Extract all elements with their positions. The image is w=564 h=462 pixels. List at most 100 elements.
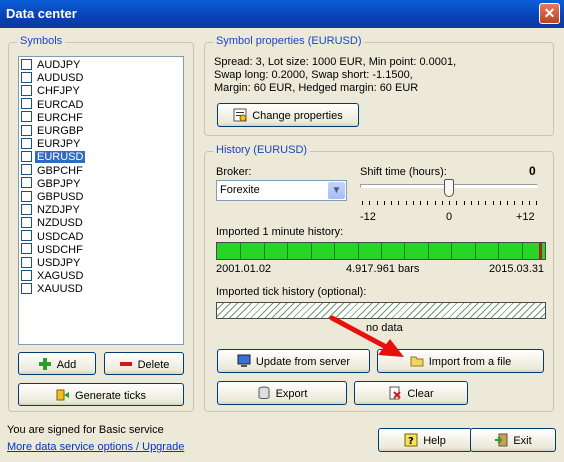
symbol-checkbox[interactable] xyxy=(21,190,32,202)
symbol-list-item[interactable]: XAGUSD xyxy=(21,269,85,283)
history-bar-end-marker xyxy=(539,243,542,259)
symbol-checkbox[interactable] xyxy=(21,243,32,255)
symbol-list-item[interactable]: USDJPY xyxy=(21,256,82,270)
symbol-checkbox[interactable] xyxy=(21,124,32,136)
generate-ticks-button[interactable]: Generate ticks xyxy=(18,383,184,406)
export-button[interactable]: Export xyxy=(217,381,347,405)
slider-tick xyxy=(478,201,479,205)
history-bars-count: 4.917.961 bars xyxy=(346,263,420,275)
symbol-list[interactable]: AUDJPY AUDUSD CHFJPY EURCAD EURCHF EURGBP EURJ… xyxy=(18,56,184,345)
history-bar-segment xyxy=(240,243,242,259)
symbol-checkbox[interactable] xyxy=(21,98,32,110)
symbol-list-item[interactable]: AUDUSD xyxy=(21,71,85,85)
history-bar-segment xyxy=(310,243,312,259)
properties-icon xyxy=(233,108,247,122)
window-title: Data center xyxy=(6,6,77,21)
symbol-label: EURCHF xyxy=(37,111,83,124)
upgrade-link[interactable]: More data service options / Upgrade xyxy=(7,441,184,453)
generate-label: Generate ticks xyxy=(75,389,146,402)
symbol-list-item[interactable]: NZDUSD xyxy=(21,216,85,230)
history-bar-segment xyxy=(381,243,382,259)
symbol-checkbox[interactable] xyxy=(21,203,32,215)
symbol-checkbox[interactable] xyxy=(21,282,32,294)
clear-label: Clear xyxy=(407,387,434,400)
slider-tick xyxy=(412,201,414,205)
symbol-checkbox[interactable] xyxy=(21,177,32,189)
chevron-down-icon[interactable]: ▼ xyxy=(328,182,345,199)
shift-slider-thumb[interactable] xyxy=(444,179,454,197)
symbol-checkbox[interactable] xyxy=(21,150,32,162)
plus-icon xyxy=(38,357,52,371)
symbol-checkbox[interactable] xyxy=(21,269,32,281)
symbol-label: GBPCHF xyxy=(37,164,83,177)
symbol-list-item[interactable]: GBPJPY xyxy=(21,177,82,191)
symbol-list-item[interactable]: NZDJPY xyxy=(21,203,82,217)
history-start-date: 2001.01.02 xyxy=(216,263,272,275)
symbol-checkbox[interactable] xyxy=(21,58,32,70)
symbol-list-item[interactable]: EURUSD xyxy=(21,150,87,165)
exit-button[interactable]: Exit xyxy=(470,428,556,452)
symbol-list-item[interactable]: EURCHF xyxy=(21,111,85,125)
broker-select[interactable]: Forexite ▼ xyxy=(216,180,347,201)
symbol-checkbox[interactable] xyxy=(21,71,32,83)
slider-tick xyxy=(427,201,429,205)
history-bar-segment xyxy=(451,243,453,259)
shift-min-label: -12 xyxy=(360,211,376,223)
slider-tick xyxy=(514,201,516,205)
help-label: Help xyxy=(423,434,446,447)
generate-icon xyxy=(56,388,70,402)
symbol-checkbox[interactable] xyxy=(21,164,32,176)
symbol-list-item[interactable]: EURJPY xyxy=(21,137,82,151)
help-button[interactable]: ? Help xyxy=(378,428,472,452)
history-bar-segment xyxy=(334,243,336,259)
close-button[interactable]: ✕ xyxy=(539,3,560,24)
slider-tick xyxy=(434,201,436,205)
symbol-list-item[interactable]: AUDJPY xyxy=(21,58,82,72)
symbol-checkbox[interactable] xyxy=(21,84,32,96)
slider-tick xyxy=(376,201,378,205)
history-bar-segment xyxy=(263,243,265,259)
computer-icon xyxy=(237,354,251,368)
symbol-list-item[interactable]: GBPCHF xyxy=(21,164,85,178)
slider-tick xyxy=(528,201,530,205)
history-bar-segment xyxy=(357,243,359,259)
history-legend: History (EURUSD) xyxy=(213,144,311,156)
symbol-label: USDJPY xyxy=(37,257,81,269)
symbol-checkbox[interactable] xyxy=(21,216,32,228)
delete-button[interactable]: Delete xyxy=(104,352,184,375)
symbol-list-item[interactable]: EURGBP xyxy=(21,124,85,138)
history-bar-segment xyxy=(521,243,523,259)
symbol-list-item[interactable]: USDCHF xyxy=(21,243,85,257)
imported-history-label: Imported 1 minute history: xyxy=(216,226,344,238)
symbol-list-item[interactable]: USDCAD xyxy=(21,230,85,244)
history-bar-segment xyxy=(474,243,476,259)
clear-icon xyxy=(388,386,402,400)
symbol-list-item[interactable]: GBPUSD xyxy=(21,190,85,204)
slider-tick xyxy=(456,201,458,205)
slider-tick xyxy=(521,201,523,205)
minute-history-bar xyxy=(216,242,546,260)
clear-button[interactable]: Clear xyxy=(354,381,468,405)
properties-line-2: Swap long: 0.2000, Swap short: -1.1500, xyxy=(214,69,413,81)
symbol-checkbox[interactable] xyxy=(21,111,32,123)
symbol-checkbox[interactable] xyxy=(21,137,32,149)
export-label: Export xyxy=(275,387,308,400)
symbol-list-item[interactable]: CHFJPY xyxy=(21,84,82,98)
symbol-label: EURUSD xyxy=(33,150,87,165)
change-properties-button[interactable]: Change properties xyxy=(217,103,359,127)
symbols-legend: Symbols xyxy=(17,35,66,47)
title-bar: Data center ✕ xyxy=(0,0,564,28)
symbol-label: NZDUSD xyxy=(37,217,83,230)
symbol-list-item[interactable]: EURCAD xyxy=(21,98,85,112)
tick-history-label: Imported tick history (optional): xyxy=(216,286,367,298)
history-bar-segment xyxy=(287,243,289,259)
broker-value: Forexite xyxy=(220,184,260,196)
slider-tick xyxy=(369,201,371,205)
add-button[interactable]: Add xyxy=(18,352,96,375)
symbol-label: AUDJPY xyxy=(37,59,81,71)
symbol-checkbox[interactable] xyxy=(21,230,32,242)
symbol-checkbox[interactable] xyxy=(21,256,32,268)
close-icon: ✕ xyxy=(543,5,556,21)
symbol-list-item[interactable]: XAUUSD xyxy=(21,282,85,296)
symbol-label: XAUUSD xyxy=(37,283,83,296)
